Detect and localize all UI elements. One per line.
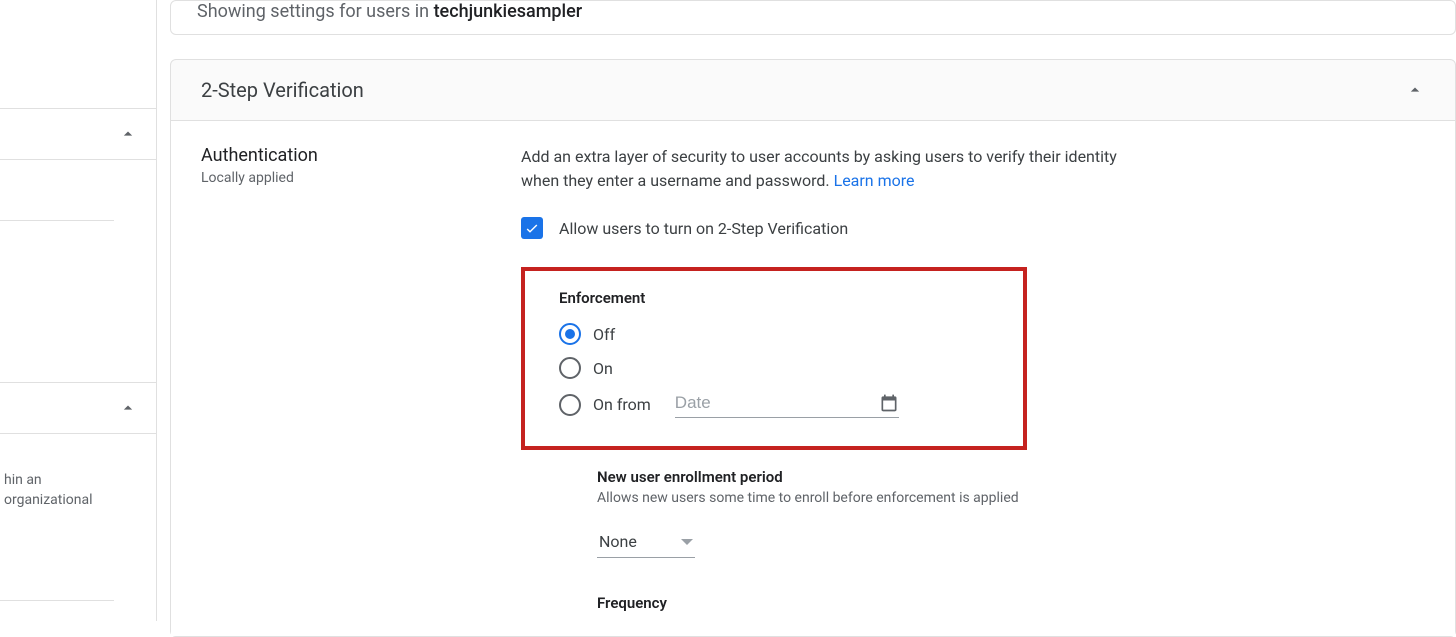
section-meta: Authentication Locally applied [201,145,521,612]
enforcement-off-label: Off [593,325,615,344]
enrollment-title: New user enrollment period [597,468,1157,486]
enforcement-on-label: On [593,359,613,378]
sidebar-collapse-row-1[interactable] [0,108,156,160]
enforcement-off-row[interactable]: Off [559,323,989,345]
allow-2sv-label: Allow users to turn on 2-Step Verificati… [559,219,848,238]
enrollment-section: New user enrollment period Allows new us… [597,468,1157,612]
auth-heading: Authentication [201,145,521,166]
enforcement-date-input[interactable] [675,393,825,413]
check-icon [524,220,540,236]
auth-description: Add an extra layer of security to user a… [521,145,1141,193]
context-org-name: techjunkiesampler [434,1,583,22]
learn-more-link[interactable]: Learn more [834,171,915,190]
context-prefix: Showing settings for users in [197,1,434,22]
section-title: 2-Step Verification [201,78,364,102]
enforcement-date-wrap [675,391,899,418]
two-step-verification-section: 2-Step Verification Authentication Local… [170,59,1456,637]
enforcement-off-radio[interactable] [559,323,581,345]
sidebar: hin an organizational [0,0,157,621]
sidebar-description: hin an organizational [0,458,97,522]
chevron-up-icon [118,124,138,144]
sidebar-collapse-row-2[interactable] [0,382,156,434]
enforcement-on-from-label: On from [593,395,651,414]
enforcement-on-from-row[interactable]: On from [559,391,989,418]
section-body: Authentication Locally applied Add an ex… [171,121,1455,636]
chevron-up-icon [1405,80,1425,100]
sidebar-divider [0,220,114,221]
enrollment-dropdown[interactable]: None [597,526,695,558]
enrollment-dropdown-value: None [599,532,637,551]
context-bar: Showing settings for users in techjunkie… [170,0,1456,35]
section-header[interactable]: 2-Step Verification [171,60,1455,121]
enforcement-highlight-box: Enforcement Off On On from [521,267,1027,450]
section-settings: Add an extra layer of security to user a… [521,145,1425,612]
enrollment-desc: Allows new users some time to enroll bef… [597,490,1157,506]
allow-2sv-row[interactable]: Allow users to turn on 2-Step Verificati… [521,217,1425,239]
enforcement-on-from-radio[interactable] [559,394,581,416]
auth-scope: Locally applied [201,170,521,186]
chevron-up-icon [118,398,138,418]
enforcement-title: Enforcement [559,289,989,307]
dropdown-arrow-icon [681,539,693,545]
calendar-icon[interactable] [879,393,899,413]
sidebar-bottom-row [0,600,114,621]
enforcement-on-radio[interactable] [559,357,581,379]
frequency-title: Frequency [597,594,1157,612]
main-content: Showing settings for users in techjunkie… [170,0,1456,621]
enforcement-on-row[interactable]: On [559,357,989,379]
allow-2sv-checkbox[interactable] [521,217,543,239]
